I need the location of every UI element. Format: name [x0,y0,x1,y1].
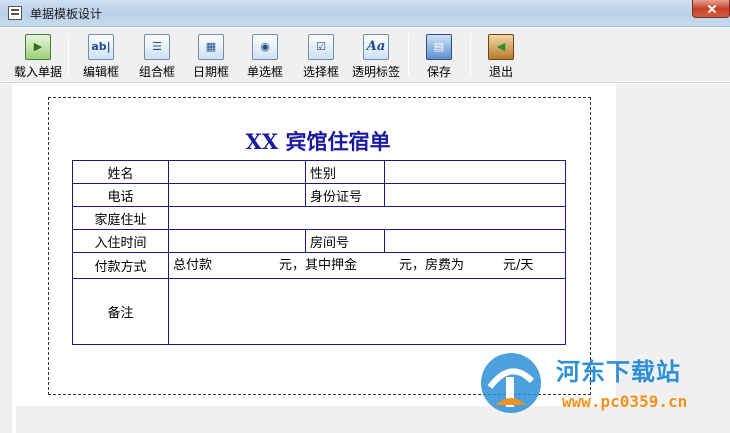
save-label: 保存 [426,65,451,79]
toolbar: ▶ 载入单据 ab| 编辑框 ☰ 组合框 ▦ 日期框 ◉ 单选框 ☑ 选择框 A… [0,28,730,83]
checkbox-label: 选择框 [302,65,339,79]
close-button[interactable] [692,0,730,18]
table-row: 电话 身份证号 [72,183,566,207]
payment-unit-label: 元/天 [503,258,534,273]
load-form-label: 载入单据 [13,65,62,79]
payment-room-fee-label: 元，房费为 [399,258,465,273]
id-number-label[interactable]: 身份证号 [305,183,385,207]
edit-box-label: 编辑框 [82,65,119,79]
toolbar-separator [68,34,69,76]
table-row: 入住时间 房间号 [72,229,566,253]
load-form-icon: ▶ [25,34,51,60]
gender-field[interactable] [384,160,566,184]
date-box-label: 日期框 [192,65,229,79]
table-row: 家庭住址 [72,206,566,230]
watermark-logo [481,353,541,413]
gender-label[interactable]: 性别 [305,160,385,184]
checkin-time-label[interactable]: 入住时间 [72,229,169,253]
phone-label[interactable]: 电话 [72,183,169,207]
exit-button[interactable]: ◀ 退出 [480,30,522,80]
checkbox-button[interactable]: ☑ 选择框 [298,30,344,80]
toolbar-separator [408,34,409,76]
table-row: 姓名 性别 [72,160,566,184]
form-title[interactable]: XX 宾馆住宿单 [200,126,436,156]
checkbox-icon: ☑ [308,34,334,60]
checkin-time-field[interactable] [168,229,306,253]
date-box-button[interactable]: ▦ 日期框 [188,30,234,80]
save-button[interactable]: ▤ 保存 [416,30,462,80]
transparent-label-button[interactable]: Aa 透明标签 [348,30,404,80]
remark-field[interactable] [168,278,566,345]
remark-label[interactable]: 备注 [72,278,169,345]
app-icon [8,6,22,20]
edit-box-icon: ab| [88,34,114,60]
name-label[interactable]: 姓名 [72,160,169,184]
load-form-button[interactable]: ▶ 载入单据 [12,30,64,80]
name-field[interactable] [168,160,306,184]
radio-box-button[interactable]: ◉ 单选框 [242,30,288,80]
payment-total-label: 总付款 [173,258,213,273]
window-titlebar: 单据模板设计 [0,0,730,27]
watermark-url: www.pc0359.cn [562,392,688,411]
left-strip [0,84,12,433]
radio-box-label: 单选框 [246,65,283,79]
toolbar-separator [470,34,471,76]
phone-field[interactable] [168,183,306,207]
payment-method-label[interactable]: 付款方式 [72,252,169,279]
hotel-form-table: 姓名 性别 电话 身份证号 家庭住址 入住时间 房间号 付款方式 总付款 元，其中… [72,160,566,345]
exit-icon: ◀ [488,34,514,60]
save-icon: ▤ [426,34,452,60]
payment-deposit-label: 元，其中押金 [279,258,358,273]
watermark-name: 河东下载站 [556,358,681,386]
room-number-label[interactable]: 房间号 [305,229,385,253]
table-row: 付款方式 总付款 元，其中押金 元，房费为 元/天 [72,252,566,279]
transparent-label-icon: Aa [363,34,389,60]
radio-box-icon: ◉ [252,34,278,60]
combo-box-label: 组合框 [138,65,175,79]
combo-box-icon: ☰ [144,34,170,60]
table-row: 备注 [72,278,566,345]
date-box-icon: ▦ [198,34,224,60]
combo-box-button[interactable]: ☰ 组合框 [134,30,180,80]
address-field[interactable] [168,206,566,230]
payment-details[interactable]: 总付款 元，其中押金 元，房费为 元/天 [168,252,566,279]
room-number-field[interactable] [384,229,566,253]
edit-box-button[interactable]: ab| 编辑框 [78,30,124,80]
window-title: 单据模板设计 [30,7,103,21]
id-number-field[interactable] [384,183,566,207]
exit-label: 退出 [488,65,513,79]
transparent-label-label: 透明标签 [351,65,400,79]
address-label[interactable]: 家庭住址 [72,206,169,230]
